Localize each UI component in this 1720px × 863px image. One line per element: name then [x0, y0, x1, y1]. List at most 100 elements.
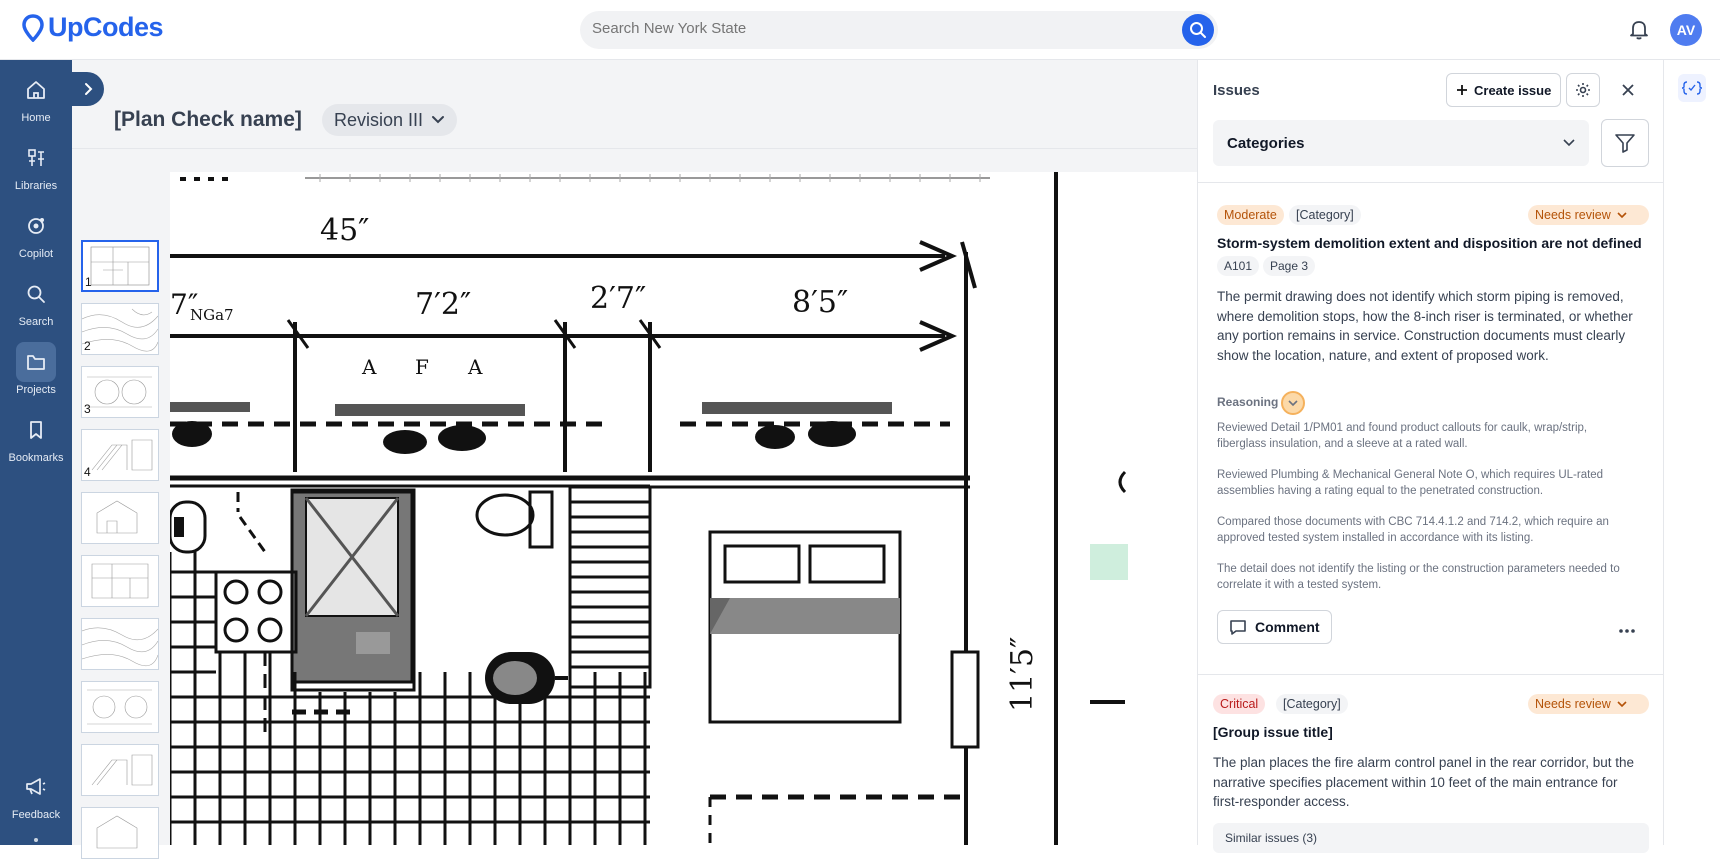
code-icon: [1682, 81, 1702, 95]
chevron-down-icon: [1617, 211, 1627, 218]
nav-search[interactable]: Search: [0, 274, 72, 338]
nav-copilot-label: Copilot: [18, 248, 54, 260]
notifications-button[interactable]: [1628, 18, 1650, 45]
revision-dropdown[interactable]: Revision III: [322, 104, 458, 136]
similar-issues-toggle[interactable]: Similar issues (3): [1213, 823, 1649, 853]
nav-copilot[interactable]: Copilot: [0, 206, 72, 270]
chevron-down-icon: [1563, 139, 1575, 147]
page-thumbnail[interactable]: [81, 807, 159, 859]
reasoning-toggle[interactable]: [1281, 391, 1305, 415]
nav-libraries-label: Libraries: [14, 180, 58, 192]
status-label: Needs review: [1535, 697, 1611, 711]
logo-text: UpCodes: [48, 12, 164, 42]
comment-button[interactable]: Comment: [1217, 610, 1332, 644]
status-label: Needs review: [1535, 208, 1611, 222]
left-navigation: Home Libraries Copilot Search Projects B…: [0, 60, 72, 845]
reasoning-item: The detail does not identify the listing…: [1217, 563, 1620, 591]
workspace-divider: [72, 148, 1197, 149]
reasoning-item: Compared those documents with CBC 714.4.…: [1217, 516, 1609, 544]
issue-description: The permit drawing does not identify whi…: [1217, 289, 1633, 363]
sheet-tag[interactable]: A101: [1217, 256, 1260, 276]
filter-button[interactable]: [1601, 119, 1649, 167]
plan-drawing-canvas[interactable]: 45″ 7″ NGa7 7′2″ 2′7″ 8′5″ A F A 11′5″: [170, 172, 1197, 845]
top-bar: UpCodes AV: [0, 0, 1720, 60]
panel-divider: [1198, 182, 1665, 183]
page-thumbnails: 1 2 3 4: [72, 160, 162, 859]
search-icon: [27, 285, 45, 303]
nav-libraries[interactable]: Libraries: [0, 138, 72, 202]
chevron-right-icon: [85, 83, 93, 95]
expand-sidebar-button[interactable]: [72, 72, 104, 106]
category-badge: [Category]: [1289, 205, 1361, 225]
copilot-icon: [28, 218, 44, 234]
create-issue-label: Create issue: [1474, 82, 1552, 98]
close-panel-button[interactable]: [1616, 78, 1640, 102]
nav-projects[interactable]: Projects: [0, 342, 72, 406]
status-dropdown[interactable]: Needs review: [1528, 205, 1649, 225]
dimension-label: 8′5″: [792, 285, 848, 320]
issues-panel: Issues Create issue Categories Moderate …: [1197, 60, 1665, 853]
categories-dropdown[interactable]: Categories: [1213, 120, 1589, 166]
folder-icon: [27, 355, 45, 370]
dimension-label: NGa7: [190, 306, 234, 324]
search-button[interactable]: [1182, 14, 1214, 46]
thumbnail-number: 2: [84, 339, 91, 353]
dimension-label: 11′5″: [1005, 637, 1040, 712]
issue-description: The plan places the fire alarm control p…: [1213, 755, 1634, 809]
search-input[interactable]: [592, 20, 1152, 37]
code-view-button[interactable]: [1678, 74, 1706, 102]
thumbnail-number: 1: [85, 275, 92, 289]
nav-projects-label: Projects: [16, 384, 56, 396]
page-thumbnail[interactable]: 3: [81, 366, 159, 418]
nav-home-label: Home: [21, 112, 51, 124]
reasoning-label: Reasoning: [1217, 395, 1279, 409]
page-thumbnail[interactable]: 1: [81, 240, 159, 292]
close-icon: [1622, 84, 1634, 96]
page-thumbnail[interactable]: [81, 744, 159, 796]
dimension-label: 2′7″: [590, 281, 646, 316]
page-thumbnail[interactable]: 2: [81, 303, 159, 355]
room-letter: A: [467, 355, 483, 379]
right-rail: [1664, 60, 1720, 845]
chevron-down-icon: [1288, 399, 1298, 406]
issue-settings-button[interactable]: [1566, 73, 1600, 107]
page-tag[interactable]: Page 3: [1263, 256, 1316, 276]
issue-title[interactable]: [Group issue title]: [1213, 724, 1333, 740]
room-letter: F: [415, 355, 429, 379]
more-options-button[interactable]: [1618, 618, 1636, 639]
location-pin-icon: [22, 13, 44, 42]
more-horizontal-icon: [1619, 629, 1635, 633]
user-avatar[interactable]: AV: [1670, 14, 1702, 46]
home-icon: [27, 81, 45, 99]
severity-badge: Moderate: [1217, 205, 1284, 225]
status-dropdown[interactable]: Needs review: [1528, 694, 1649, 714]
room-letter: A: [361, 355, 377, 379]
issue-title[interactable]: Storm-system demolition extent and dispo…: [1217, 235, 1642, 251]
nav-feedback[interactable]: Feedback: [0, 767, 72, 831]
libraries-icon: [28, 149, 44, 166]
plan-workspace: [Plan Check name] Revision III 1 2 3 4 4…: [72, 60, 1197, 859]
nav-more-indicator: [34, 838, 38, 842]
upcodes-logo[interactable]: UpCodes: [22, 12, 164, 43]
dimension-label: 45″: [320, 213, 369, 248]
chevron-down-icon: [432, 116, 445, 124]
revision-label: Revision III: [334, 109, 424, 130]
comment-icon: [1230, 620, 1246, 635]
page-thumbnail[interactable]: [81, 492, 159, 544]
comment-label: Comment: [1255, 619, 1320, 635]
megaphone-icon: [26, 778, 46, 795]
nav-home[interactable]: Home: [0, 70, 72, 134]
page-thumbnail[interactable]: [81, 555, 159, 607]
floor-plan-drawing: 45″ 7″ NGa7 7′2″ 2′7″ 8′5″ A F A 11′5″: [170, 172, 1128, 845]
page-thumbnail[interactable]: [81, 618, 159, 670]
plus-icon: [1457, 85, 1467, 95]
nav-bookmarks-label: Bookmarks: [8, 452, 64, 464]
similar-issues-label: Similar issues (3): [1225, 831, 1318, 845]
nav-bookmarks[interactable]: Bookmarks: [0, 410, 72, 474]
create-issue-button[interactable]: Create issue: [1446, 73, 1562, 107]
page-thumbnail[interactable]: 4: [81, 429, 159, 481]
thumbnail-number: 3: [84, 402, 91, 416]
issues-title: Issues: [1213, 82, 1260, 99]
dimension-label: 7′2″: [415, 287, 471, 322]
page-thumbnail[interactable]: [81, 681, 159, 733]
